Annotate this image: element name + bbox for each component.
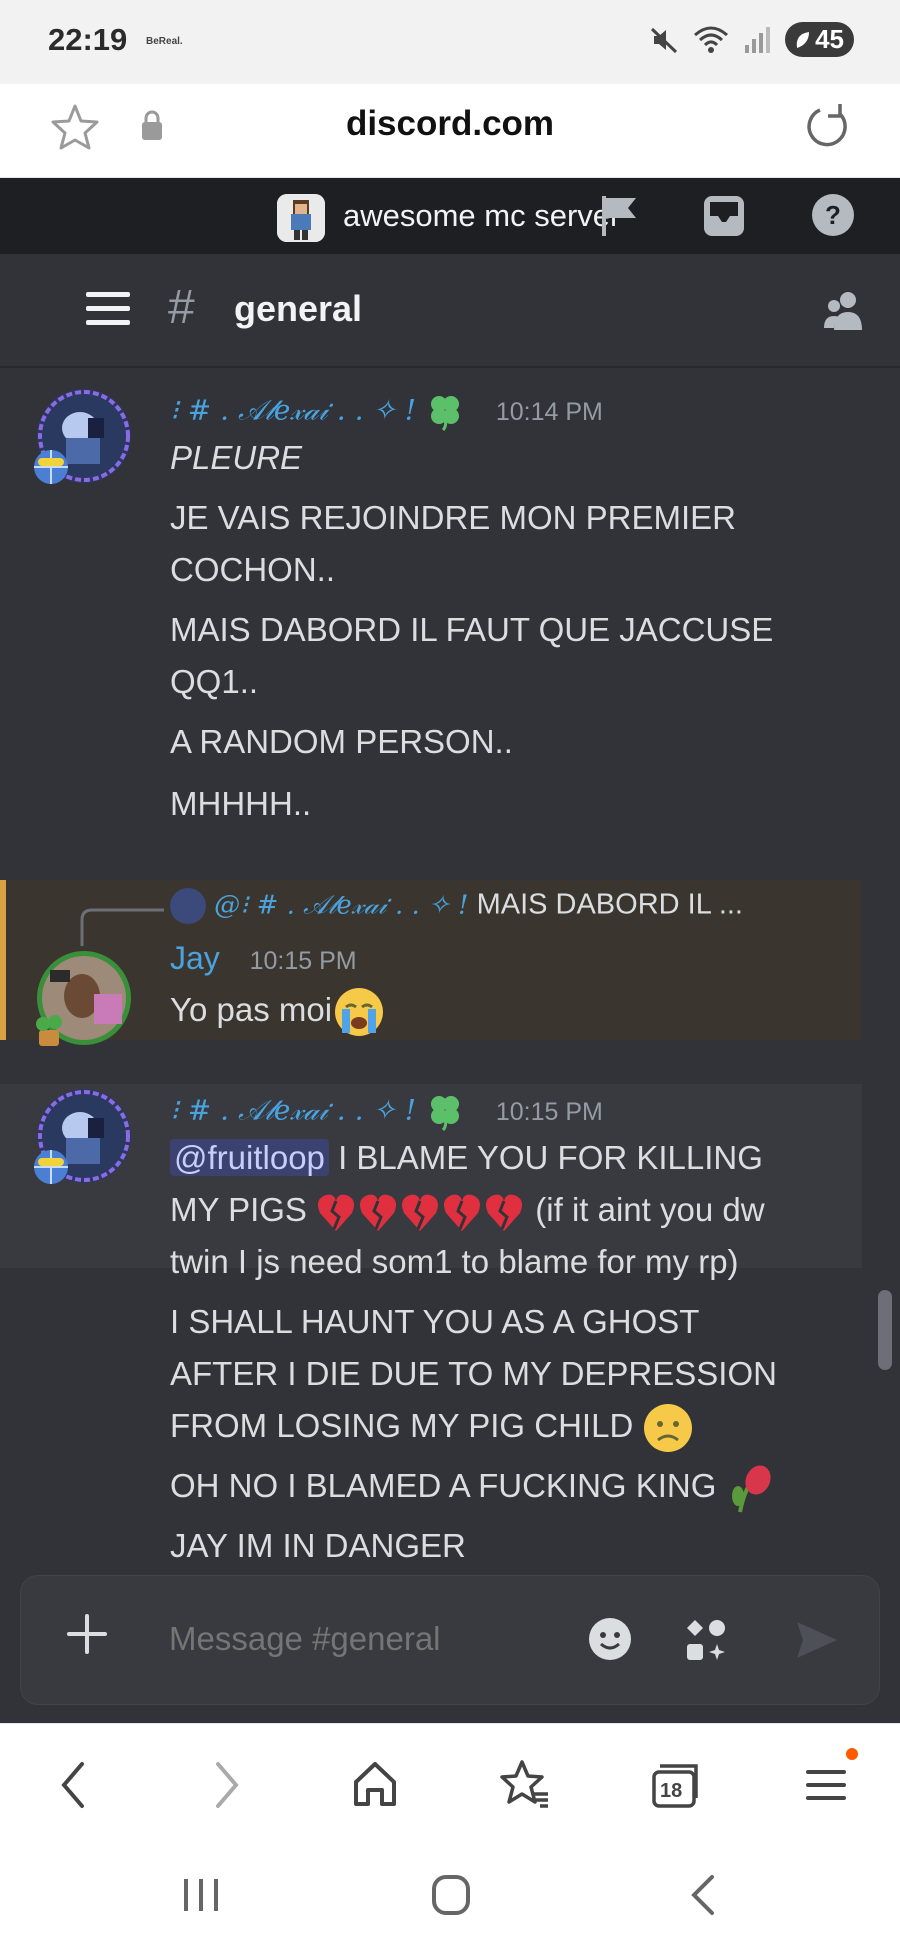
- message-text: COCHON..: [170, 551, 335, 588]
- battery-level: 45: [815, 24, 844, 54]
- message-text: I SHALL HAUNT YOU AS A GHOST: [170, 1303, 700, 1340]
- plant-badge-icon: [36, 1015, 62, 1046]
- message-timestamp: 10:15 PM: [495, 1097, 603, 1126]
- status-icons: 45: [649, 22, 854, 57]
- system-navigation-bar: [0, 1843, 900, 1950]
- message-text: FROM LOSING MY PIG CHILD: [170, 1400, 850, 1454]
- message-text: QQ1..: [170, 663, 259, 700]
- flag-icon[interactable]: [598, 192, 642, 240]
- mute-icon: [651, 27, 678, 53]
- home-button-icon[interactable]: [430, 1873, 472, 1917]
- message-list[interactable]: ⁝ # . 𝒜𝓁𝑒𝓍𝒶𝒾 . . ✧ ! 10:14 PM PLEURE JE …: [0, 368, 900, 1573]
- message-text-content: Yo pas moi: [170, 991, 333, 1028]
- message-text: OH NO I BLAMED A FUCKING KING: [170, 1460, 850, 1514]
- message-text: AFTER I DIE DUE TO MY DEPRESSION: [170, 1355, 777, 1392]
- message-text: JE VAIS REJOINDRE MON PREMIER: [170, 499, 736, 536]
- server-icon[interactable]: [277, 194, 325, 242]
- message-timestamp: 10:15 PM: [249, 947, 357, 975]
- message-text: MY PIGS (if it aint you dw: [170, 1184, 850, 1235]
- message-text: MHHHH..: [170, 785, 312, 822]
- notification-dot: [846, 1748, 858, 1760]
- channel-hash-icon: #: [168, 281, 195, 334]
- broken-hearts-icon: [318, 1194, 523, 1232]
- message-text: twin I js need som1 to blame for my rp): [170, 1243, 739, 1280]
- message-text-content: MY PIGS: [170, 1191, 307, 1228]
- globe-badge-icon: [34, 1150, 68, 1184]
- apps-icon[interactable]: [683, 1616, 731, 1664]
- globe-badge-icon: [34, 450, 68, 484]
- battery-indicator: 45: [785, 22, 854, 57]
- back-icon[interactable]: [54, 1758, 94, 1812]
- reply-avatar: [170, 888, 206, 924]
- message-input[interactable]: [169, 1620, 549, 1658]
- message-composer[interactable]: [20, 1575, 880, 1705]
- status-bar: 22:19 BeReal. 45: [0, 0, 900, 84]
- reply-reference[interactable]: @⁝ # . 𝒜𝓁𝑒𝓍𝒶𝒾 . . ✧ ! MAIS DABORD IL ...: [170, 888, 743, 924]
- recents-icon[interactable]: [180, 1875, 222, 1915]
- bookmarks-icon[interactable]: [498, 1758, 552, 1812]
- message-text: JAY IM IN DANGER: [170, 1527, 466, 1564]
- scrollbar-thumb[interactable]: [878, 1290, 892, 1370]
- reply-connector: [80, 908, 164, 946]
- server-name[interactable]: awesome mc server: [343, 198, 620, 234]
- menu-icon[interactable]: [86, 292, 130, 326]
- frowning-emoji-icon: [644, 1404, 693, 1453]
- signal-icon: [745, 26, 771, 53]
- inbox-icon[interactable]: [700, 192, 748, 240]
- forward-icon[interactable]: [206, 1758, 246, 1812]
- author-name[interactable]: ⁝ # . 𝒜𝓁𝑒𝓍𝒶𝒾 . . ✧ !: [170, 1094, 416, 1127]
- send-icon[interactable]: [793, 1616, 841, 1664]
- author-name[interactable]: ⁝ # . 𝒜𝓁𝑒𝓍𝒶𝒾 . . ✧ !: [170, 394, 416, 427]
- wifi-icon: [694, 26, 729, 53]
- clover-icon: [430, 1096, 459, 1132]
- composer-area: [0, 1573, 900, 1723]
- browser-address-bar: discord.com: [0, 84, 900, 178]
- author-name[interactable]: Jay: [170, 940, 220, 976]
- message-text-content: I BLAME YOU FOR KILLING: [338, 1139, 763, 1176]
- status-time: 22:19: [48, 22, 128, 57]
- tab-count[interactable]: 18: [660, 1780, 682, 1803]
- reply-preview: MAIS DABORD IL ...: [476, 888, 743, 921]
- reload-icon[interactable]: [800, 100, 854, 154]
- emoji-picker-icon[interactable]: [587, 1616, 633, 1662]
- message-text: MAIS DABORD IL FAUT QUE JACCUSE: [170, 611, 774, 648]
- discord-server-header: awesome mc server ?: [0, 178, 900, 254]
- crying-emoji-icon: [335, 988, 384, 1037]
- help-icon[interactable]: ?: [810, 192, 856, 238]
- reply-author[interactable]: @⁝ # . 𝒜𝓁𝑒𝓍𝒶𝒾 . . ✧ !: [214, 891, 468, 921]
- message-text-content: OH NO I BLAMED A FUCKING KING: [170, 1467, 717, 1504]
- home-icon[interactable]: [350, 1758, 400, 1812]
- url-text[interactable]: discord.com: [0, 104, 900, 144]
- channel-name[interactable]: general: [234, 288, 362, 330]
- clover-icon: [430, 396, 459, 432]
- battery-saver-icon: [796, 31, 810, 48]
- browser-navigation-bar: 18: [0, 1723, 900, 1843]
- menu-icon[interactable]: [804, 1758, 848, 1812]
- message-author[interactable]: ⁝ # . 𝒜𝓁𝑒𝓍𝒶𝒾 . . ✧ ! 10:15 PM: [170, 1092, 603, 1132]
- message-text: @fruitloop I BLAME YOU FOR KILLING: [170, 1132, 850, 1183]
- message-timestamp: 10:14 PM: [495, 397, 603, 426]
- message-author[interactable]: Jay 10:15 PM: [170, 940, 357, 977]
- wilted-rose-icon: [731, 1465, 771, 1513]
- channel-header: # general: [0, 254, 900, 368]
- members-icon[interactable]: [822, 290, 866, 332]
- system-back-icon[interactable]: [686, 1873, 720, 1917]
- message-text: A RANDOM PERSON..: [170, 723, 513, 760]
- svg-text:?: ?: [825, 200, 841, 230]
- user-mention[interactable]: @fruitloop: [170, 1139, 329, 1176]
- notification-app-label: BeReal.: [146, 36, 183, 47]
- message-text: Yo pas moi: [170, 984, 850, 1039]
- message-text-content: (if it aint you dw: [535, 1191, 765, 1228]
- message-text: PLEURE: [170, 439, 303, 476]
- message-author[interactable]: ⁝ # . 𝒜𝓁𝑒𝓍𝒶𝒾 . . ✧ ! 10:14 PM: [170, 392, 603, 432]
- message-text-content: FROM LOSING MY PIG CHILD: [170, 1407, 634, 1444]
- add-attachment-icon[interactable]: [61, 1608, 113, 1660]
